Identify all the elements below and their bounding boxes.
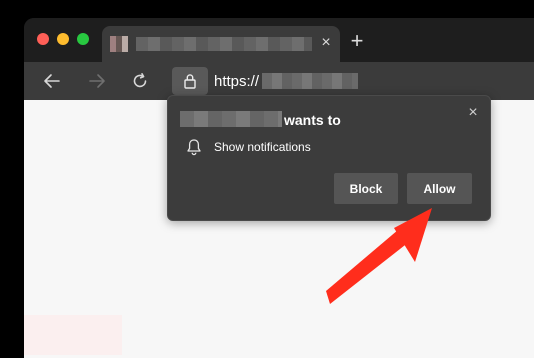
block-button[interactable]: Block — [334, 173, 398, 204]
tab-strip: × + — [24, 18, 534, 62]
bell-icon — [187, 139, 201, 156]
reload-button[interactable] — [128, 69, 152, 93]
minimize-window-button[interactable] — [57, 33, 69, 45]
back-button[interactable] — [40, 69, 64, 93]
new-tab-button[interactable]: + — [346, 30, 368, 52]
browser-window: × + https:// wants to × Show notificatio… — [24, 18, 534, 358]
tab-title-redacted — [136, 37, 312, 51]
close-window-button[interactable] — [37, 33, 49, 45]
forward-button[interactable] — [85, 69, 109, 93]
popup-site-redacted — [180, 111, 282, 127]
notification-permission-popup: wants to × Show notifications Block Allo… — [167, 95, 491, 221]
permission-text: Show notifications — [214, 140, 311, 154]
page-block — [24, 315, 122, 355]
lock-icon — [184, 74, 196, 89]
popup-title: wants to — [284, 112, 341, 128]
reload-icon — [133, 73, 147, 88]
forward-arrow-icon — [89, 74, 105, 88]
site-info-button[interactable] — [172, 67, 208, 95]
zoom-window-button[interactable] — [77, 33, 89, 45]
popup-close-button[interactable]: × — [464, 104, 482, 122]
address-bar-url[interactable]: https:// — [214, 74, 259, 90]
back-arrow-icon — [44, 74, 60, 88]
allow-button[interactable]: Allow — [407, 173, 472, 204]
address-bar-domain-redacted — [262, 73, 358, 89]
tab-favicon-icon — [110, 36, 128, 52]
active-tab[interactable]: × — [102, 26, 340, 62]
tab-close-button[interactable]: × — [317, 34, 335, 52]
